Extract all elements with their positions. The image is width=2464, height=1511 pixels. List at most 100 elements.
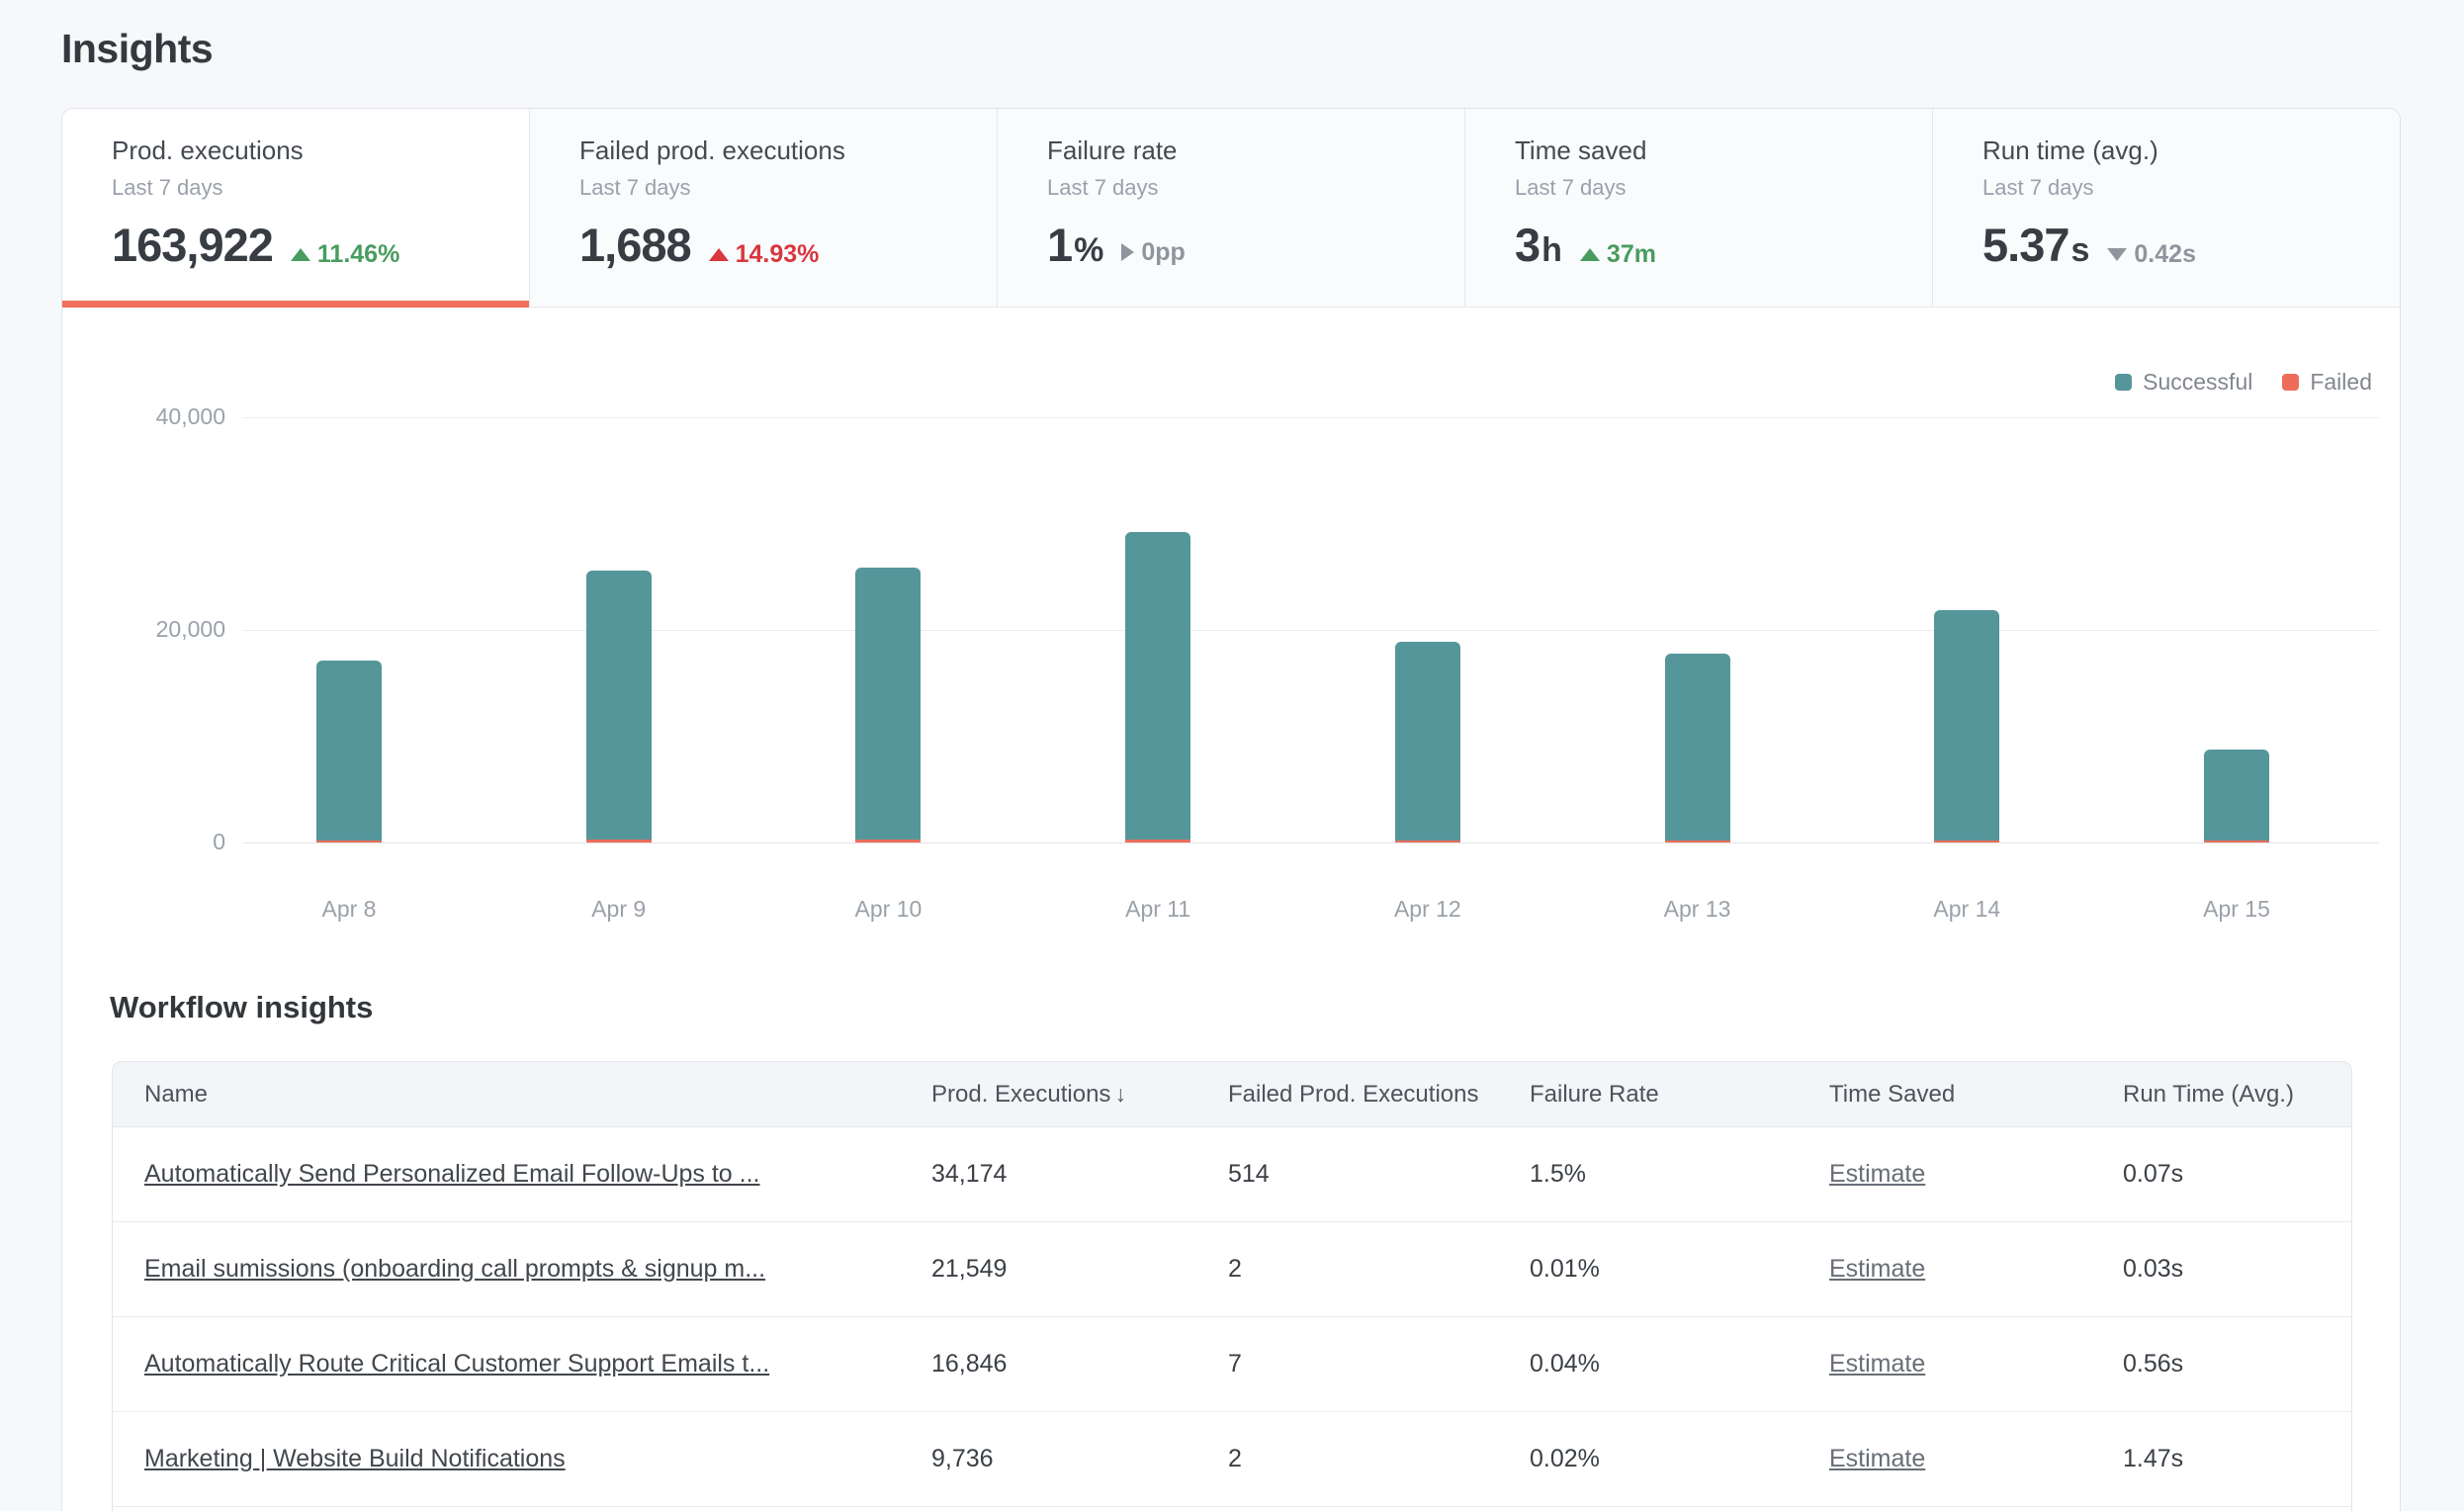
stat-card-delta: 14.93% xyxy=(709,240,820,269)
bar-failed-segment xyxy=(1395,841,1460,843)
bar-successful-segment xyxy=(2204,750,2269,841)
stat-card-period: Last 7 days xyxy=(1515,175,1932,201)
legend-swatch xyxy=(2115,374,2132,391)
gridline xyxy=(243,843,2379,844)
x-axis-tick-label: Apr 13 xyxy=(1599,896,1797,923)
stat-card-unit: s xyxy=(2070,231,2089,270)
column-header-failed-prod-executions[interactable]: Failed Prod. Executions xyxy=(1228,1081,1530,1109)
failure-rate-cell: 1.5% xyxy=(1530,1160,1829,1189)
stat-card-unit: % xyxy=(1074,231,1103,270)
failed-executions-cell: 2 xyxy=(1228,1255,1530,1284)
failure-rate-cell: 0.04% xyxy=(1530,1350,1829,1378)
delta-up-icon xyxy=(1580,248,1600,261)
stat-card-value-row: 1,68814.93% xyxy=(579,218,997,272)
stat-card[interactable]: Time savedLast 7 days3h37m xyxy=(1465,109,1933,308)
bar-failed-segment xyxy=(855,840,921,843)
legend-swatch xyxy=(2282,374,2299,391)
delta-text: 11.46% xyxy=(317,240,399,269)
column-header-time-saved[interactable]: Time Saved xyxy=(1829,1081,2123,1109)
stat-card-label: Failure rate xyxy=(1047,135,1464,166)
bar-failed-segment xyxy=(316,841,382,843)
table-row: Automatically Send Personalized Email Fo… xyxy=(113,1127,2351,1222)
bar-failed-segment xyxy=(1665,841,1730,843)
failed-executions-cell: 2 xyxy=(1228,1445,1530,1473)
prod-executions-cell: 34,174 xyxy=(931,1160,1228,1189)
stat-card-period: Last 7 days xyxy=(1982,175,2400,201)
workflow-name-cell: Automatically Route Critical Customer Su… xyxy=(113,1350,931,1378)
delta-down-icon xyxy=(2107,248,2127,261)
stat-card-value-row: 163,922 11.46% xyxy=(112,218,529,272)
column-header-label: Run Time (Avg.) xyxy=(2123,1081,2294,1108)
table-body: Automatically Send Personalized Email Fo… xyxy=(113,1127,2351,1507)
stat-card[interactable]: Prod. executionsLast 7 days163,92211.46% xyxy=(62,109,530,308)
column-header-label: Time Saved xyxy=(1829,1081,1955,1108)
workflow-name-link[interactable]: Automatically Send Personalized Email Fo… xyxy=(144,1160,760,1188)
column-header-label: Prod. Executions xyxy=(931,1081,1110,1108)
stat-card-period: Last 7 days xyxy=(579,175,997,201)
gridline xyxy=(243,417,2379,418)
estimate-link[interactable]: Estimate xyxy=(1829,1350,1925,1378)
run-time-cell: 0.03s xyxy=(2123,1255,2351,1284)
stat-card-value: 163,922 xyxy=(112,218,273,272)
estimate-link[interactable]: Estimate xyxy=(1829,1160,1925,1188)
workflow-name-cell: Marketing | Website Build Notifications xyxy=(113,1445,931,1473)
workflow-name-link[interactable]: Email sumissions (onboarding call prompt… xyxy=(144,1255,765,1283)
estimate-link[interactable]: Estimate xyxy=(1829,1445,1925,1472)
stat-card-value: 3 xyxy=(1515,218,1540,272)
bar-failed-segment xyxy=(1125,840,1190,843)
stat-card-value-row: 1%0pp xyxy=(1047,218,1464,272)
x-axis-tick-label: Apr 12 xyxy=(1329,896,1527,923)
prod-executions-cell: 21,549 xyxy=(931,1255,1228,1284)
sort-desc-icon: ↓ xyxy=(1114,1081,1126,1107)
workflow-name-link[interactable]: Automatically Route Critical Customer Su… xyxy=(144,1350,769,1378)
stat-card[interactable]: Run time (avg.)Last 7 days5.37s0.42s xyxy=(1933,109,2400,308)
table-header-row: NameProd. Executions↓Failed Prod. Execut… xyxy=(113,1062,2351,1127)
time-saved-cell: Estimate xyxy=(1829,1255,2123,1284)
stat-card-period: Last 7 days xyxy=(1047,175,1464,201)
run-time-cell: 0.07s xyxy=(2123,1160,2351,1189)
prod-executions-cell: 16,846 xyxy=(931,1350,1228,1378)
x-axis-tick-label: Apr 10 xyxy=(789,896,987,923)
page-title: Insights xyxy=(61,26,213,72)
bar-successful-segment xyxy=(1125,532,1190,840)
stat-card[interactable]: Failed prod. executionsLast 7 days1,6881… xyxy=(530,109,998,308)
workflow-name-link[interactable]: Marketing | Website Build Notifications xyxy=(144,1445,566,1472)
run-time-cell: 1.47s xyxy=(2123,1445,2351,1473)
column-header-run-time-avg-[interactable]: Run Time (Avg.) xyxy=(2123,1081,2351,1109)
estimate-link[interactable]: Estimate xyxy=(1829,1255,1925,1283)
stat-card-value-row: 5.37s0.42s xyxy=(1982,218,2400,272)
bar-successful-segment xyxy=(1665,654,1730,841)
column-header-prod-executions[interactable]: Prod. Executions↓ xyxy=(931,1081,1228,1109)
bar-successful-segment xyxy=(1934,610,1999,841)
failure-rate-cell: 0.02% xyxy=(1530,1445,1829,1473)
x-axis-tick-label: Apr 8 xyxy=(250,896,448,923)
column-header-label: Failure Rate xyxy=(1530,1081,1659,1108)
stat-card-period: Last 7 days xyxy=(112,175,529,201)
delta-right-icon xyxy=(1121,243,1134,261)
time-saved-cell: Estimate xyxy=(1829,1160,2123,1189)
stat-card-delta: 11.46% xyxy=(291,240,399,269)
x-axis-tick-label: Apr 9 xyxy=(520,896,718,923)
prod-executions-cell: 9,736 xyxy=(931,1445,1228,1473)
legend-item-successful[interactable]: Successful xyxy=(2115,369,2252,396)
column-header-failure-rate[interactable]: Failure Rate xyxy=(1530,1081,1829,1109)
y-axis-tick-label: 40,000 xyxy=(62,403,225,430)
legend-item-failed[interactable]: Failed xyxy=(2282,369,2372,396)
stat-card-delta: 0.42s xyxy=(2107,240,2196,269)
stat-cards: Prod. executionsLast 7 days163,92211.46%… xyxy=(62,109,2400,308)
legend-label: Failed xyxy=(2310,369,2372,396)
delta-text: 0.42s xyxy=(2134,240,2196,269)
stat-card-unit: h xyxy=(1541,231,1562,270)
column-header-label: Failed Prod. Executions xyxy=(1228,1081,1478,1108)
bar-failed-segment xyxy=(2204,841,2269,843)
stat-card[interactable]: Failure rate Last 7 days 1%0pp xyxy=(998,109,1465,308)
table-row-partial xyxy=(113,1507,2351,1511)
column-header-name[interactable]: Name xyxy=(113,1081,931,1109)
bar-successful-segment xyxy=(1395,642,1460,841)
workflow-name-cell: Email sumissions (onboarding call prompt… xyxy=(113,1255,931,1284)
executions-chart: 020,00040,000 Apr 8Apr 9Apr 10Apr 11Apr … xyxy=(62,308,2401,955)
stat-card-value: 1 xyxy=(1047,218,1072,272)
bar-failed-segment xyxy=(1934,841,1999,843)
gridline xyxy=(243,630,2379,631)
table-row: Automatically Route Critical Customer Su… xyxy=(113,1317,2351,1412)
